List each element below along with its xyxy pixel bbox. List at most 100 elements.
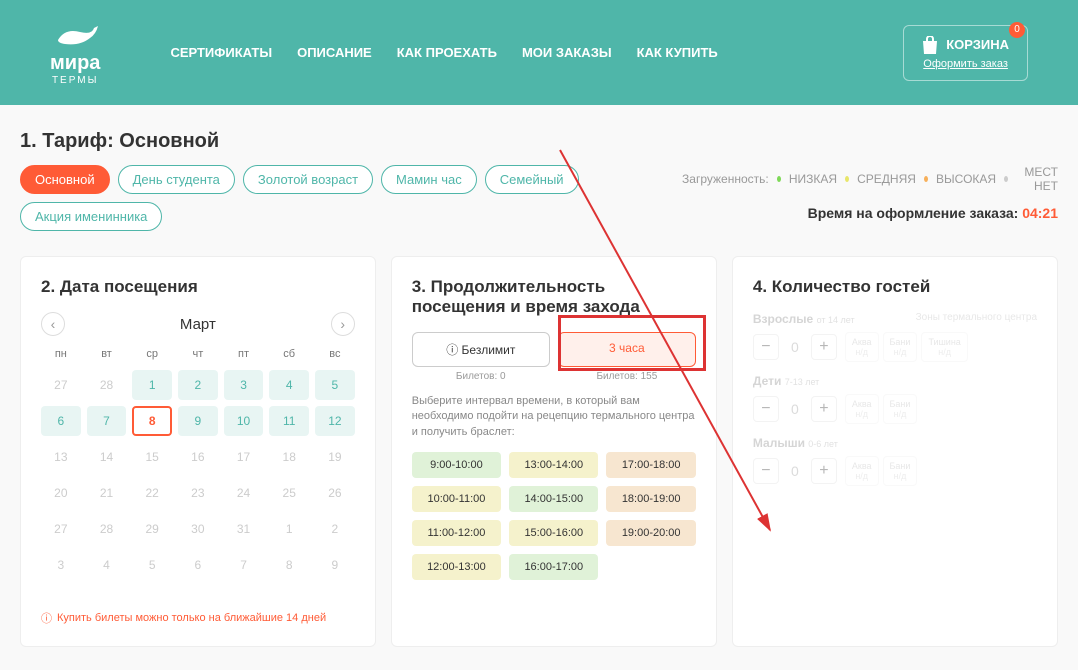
calendar-day: 8 xyxy=(269,550,309,580)
time-slot[interactable]: 19:00-20:00 xyxy=(606,520,695,546)
zone-chip: Банин/д xyxy=(883,394,918,424)
brand-name: мира xyxy=(50,52,100,75)
calendar-day: 29 xyxy=(132,514,172,544)
time-slot[interactable]: 15:00-16:00 xyxy=(509,520,598,546)
calendar-day: 28 xyxy=(87,514,127,544)
dow-label: вт xyxy=(87,344,127,364)
calendar-day: 17 xyxy=(224,442,264,472)
calendar-grid: пнвтсрчтптсбвс27281234567891011121314151… xyxy=(41,344,355,580)
main-nav: СЕРТИФИКАТЫ ОПИСАНИЕ КАК ПРОЕХАТЬ МОИ ЗА… xyxy=(170,45,717,60)
load-legend: Загруженность: НИЗКАЯ СРЕДНЯЯ ВЫСОКАЯ МЕ… xyxy=(682,165,1058,193)
calendar-day: 3 xyxy=(41,550,81,580)
duration-3h[interactable]: 3 часа xyxy=(558,332,696,367)
dow-label: вс xyxy=(315,344,355,364)
tariff-heading: 1. Тариф: Основной xyxy=(20,130,1058,153)
calendar-day: 7 xyxy=(224,550,264,580)
guest-row: Взрослые от 14 летЗоны термального центр… xyxy=(753,312,1037,362)
nav-description[interactable]: ОПИСАНИЕ xyxy=(297,45,372,60)
pill-mom[interactable]: Мамин час xyxy=(381,165,477,194)
calendar-day: 19 xyxy=(315,442,355,472)
plus-button[interactable]: + xyxy=(811,334,837,360)
bag-icon xyxy=(922,36,938,54)
guest-count: 0 xyxy=(785,463,805,479)
card-duration: 3. Продолжительность посещения и время з… xyxy=(391,256,717,647)
card-date: 2. Дата посещения ‹ Март › пнвтсрчтптсбв… xyxy=(20,256,376,647)
minus-button[interactable]: − xyxy=(753,396,779,422)
zone-chip: Банин/д xyxy=(883,332,918,362)
duration-title: 3. Продолжительность посещения и время з… xyxy=(412,277,696,317)
time-slot[interactable]: 14:00-15:00 xyxy=(509,486,598,512)
calendar-day[interactable]: 5 xyxy=(315,370,355,400)
calendar-day: 6 xyxy=(178,550,218,580)
calendar-day: 15 xyxy=(132,442,172,472)
zone-chip: Тишинан/д xyxy=(921,332,967,362)
calendar-day: 9 xyxy=(315,550,355,580)
zone-chip: Банин/д xyxy=(883,456,918,486)
nav-directions[interactable]: КАК ПРОЕХАТЬ xyxy=(397,45,497,60)
time-slot[interactable]: 13:00-14:00 xyxy=(509,452,598,478)
calendar-day: 27 xyxy=(41,370,81,400)
ticket-counts: Билетов: 0 Билетов: 155 xyxy=(412,371,696,382)
plus-button[interactable]: + xyxy=(811,458,837,484)
guest-count: 0 xyxy=(785,339,805,355)
calendar-day[interactable]: 1 xyxy=(132,370,172,400)
minus-button[interactable]: − xyxy=(753,458,779,484)
calendar-day: 25 xyxy=(269,478,309,508)
minus-button[interactable]: − xyxy=(753,334,779,360)
calendar-day[interactable]: 8 xyxy=(132,406,172,436)
calendar-day: 2 xyxy=(315,514,355,544)
pill-birthday[interactable]: Акция именинника xyxy=(20,202,162,231)
tariff-pills: Основной День студента Золотой возраст М… xyxy=(20,165,682,231)
whale-icon xyxy=(50,20,100,52)
plus-button[interactable]: + xyxy=(811,396,837,422)
guest-row: Малыши 0-6 лет−0+Акван/дБанин/д xyxy=(753,436,1037,486)
dow-label: сб xyxy=(269,344,309,364)
calendar-day[interactable]: 7 xyxy=(87,406,127,436)
calendar-day[interactable]: 11 xyxy=(269,406,309,436)
calendar-day: 31 xyxy=(224,514,264,544)
time-slot[interactable]: 12:00-13:00 xyxy=(412,554,501,580)
calendar-day[interactable]: 2 xyxy=(178,370,218,400)
pill-student[interactable]: День студента xyxy=(118,165,235,194)
duration-unlimited[interactable]: ⓘ Безлимит xyxy=(412,332,550,367)
nav-certificates[interactable]: СЕРТИФИКАТЫ xyxy=(170,45,272,60)
pill-main[interactable]: Основной xyxy=(20,165,110,194)
prev-month[interactable]: ‹ xyxy=(41,312,65,336)
time-slot[interactable]: 18:00-19:00 xyxy=(606,486,695,512)
pill-family[interactable]: Семейный xyxy=(485,165,579,194)
pill-golden[interactable]: Золотой возраст xyxy=(243,165,373,194)
time-slot[interactable]: 10:00-11:00 xyxy=(412,486,501,512)
calendar-day[interactable]: 3 xyxy=(224,370,264,400)
calendar-day[interactable]: 10 xyxy=(224,406,264,436)
nav-howto[interactable]: КАК КУПИТЬ xyxy=(637,45,718,60)
time-slot[interactable]: 17:00-18:00 xyxy=(606,452,695,478)
next-month[interactable]: › xyxy=(331,312,355,336)
cart-widget[interactable]: КОРЗИНА 0 Оформить заказ xyxy=(903,25,1028,81)
calendar-day: 22 xyxy=(132,478,172,508)
calendar-note: ⓘ Купить билеты можно только на ближайши… xyxy=(41,610,355,626)
info-icon: ⓘ xyxy=(446,343,458,357)
calendar-day: 30 xyxy=(178,514,218,544)
order-timer: Время на оформление заказа: 04:21 xyxy=(682,205,1058,221)
calendar-day[interactable]: 12 xyxy=(315,406,355,436)
calendar-day: 1 xyxy=(269,514,309,544)
time-slots: 9:00-10:00 13:00-14:00 17:00-18:00 10:00-11… xyxy=(412,452,696,580)
time-slot[interactable]: 11:00-12:00 xyxy=(412,520,501,546)
guests-title: 4. Количество гостей xyxy=(753,277,1037,297)
cart-label: КОРЗИНА xyxy=(946,37,1009,52)
calendar-day[interactable]: 9 xyxy=(178,406,218,436)
duration-desc: Выберите интервал времени, в который вам… xyxy=(412,394,696,440)
time-slot[interactable]: 9:00-10:00 xyxy=(412,452,501,478)
calendar-day: 26 xyxy=(315,478,355,508)
calendar-day[interactable]: 4 xyxy=(269,370,309,400)
brand-sub: ТЕРМЫ xyxy=(52,75,99,86)
logo[interactable]: мира ТЕРМЫ xyxy=(50,20,100,86)
calendar-day[interactable]: 6 xyxy=(41,406,81,436)
calendar-day: 16 xyxy=(178,442,218,472)
time-slot[interactable]: 16:00-17:00 xyxy=(509,554,598,580)
nav-orders[interactable]: МОИ ЗАКАЗЫ xyxy=(522,45,612,60)
checkout-link[interactable]: Оформить заказ xyxy=(923,58,1008,70)
calendar-day: 5 xyxy=(132,550,172,580)
zone-chip: Акван/д xyxy=(845,394,879,424)
date-title: 2. Дата посещения xyxy=(41,277,355,297)
